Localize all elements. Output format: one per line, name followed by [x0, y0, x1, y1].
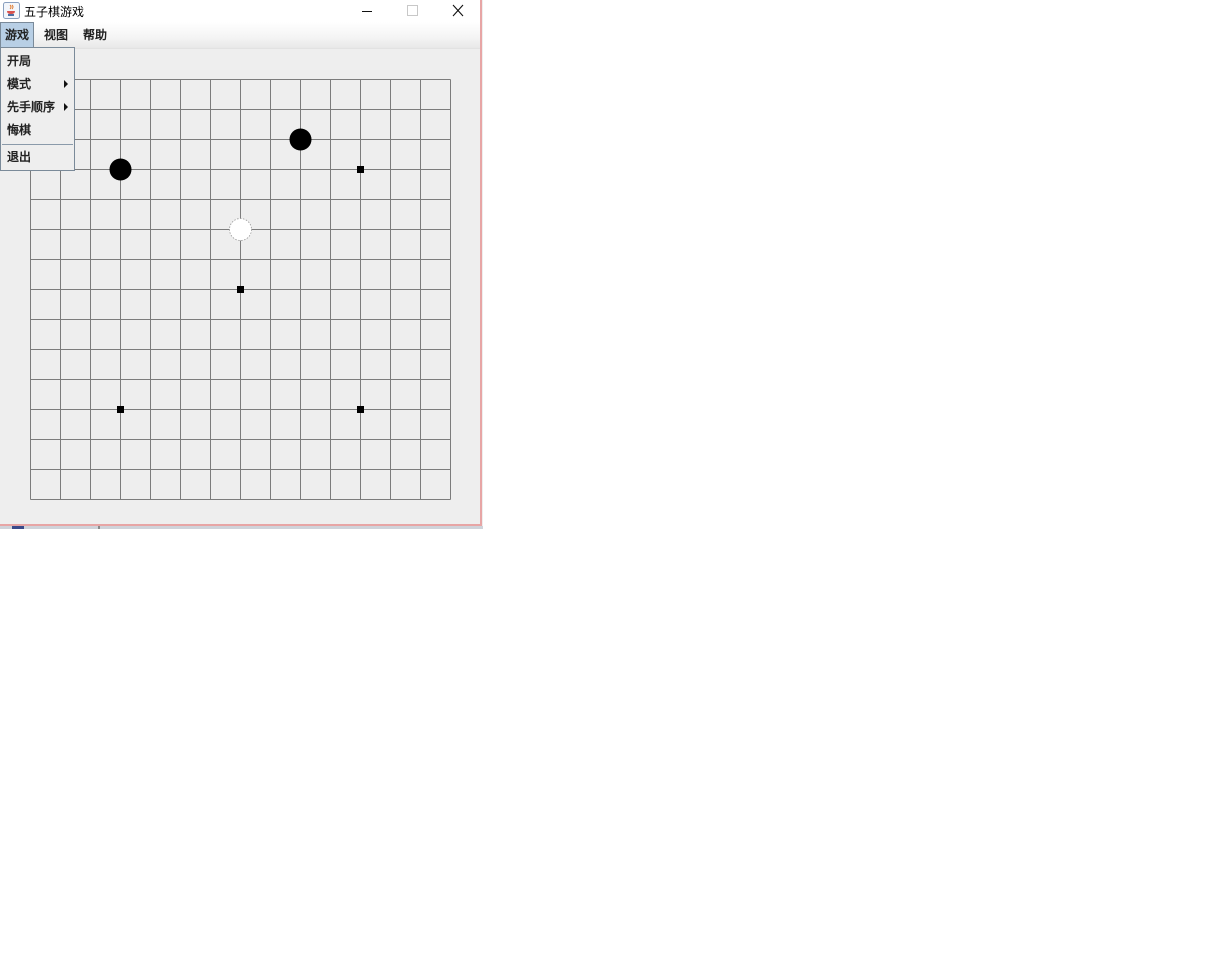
menu-item-label: 先手顺序	[7, 100, 56, 114]
black-stone	[109, 158, 132, 181]
submenu-arrow-icon	[64, 80, 68, 88]
taskbar-strip	[0, 526, 483, 529]
menu-item-first-move-order[interactable]: 先手顺序	[1, 96, 74, 118]
menu-separator	[2, 144, 73, 145]
menu-item-label: 模式	[7, 77, 32, 91]
menu-item-label: 开局	[7, 54, 32, 68]
menu-item-exit[interactable]: 退出	[1, 146, 74, 168]
star-point	[237, 286, 244, 293]
star-point	[357, 166, 364, 173]
taskbar-item	[12, 526, 24, 529]
white-stone	[229, 218, 252, 241]
menu-item-undo[interactable]: 悔棋	[1, 119, 74, 141]
menu-item-mode[interactable]: 模式	[1, 73, 74, 95]
gomoku-window: 五子棋游戏 游戏 视图 帮助 开局 模式 先手顺序 悔棋 退出	[0, 0, 483, 528]
menu-item-label: 退出	[7, 150, 32, 164]
menu-item-label: 悔棋	[7, 123, 32, 137]
menu-item-new-game[interactable]: 开局	[1, 50, 74, 72]
game-menu-dropdown: 开局 模式 先手顺序 悔棋 退出	[0, 47, 75, 171]
taskbar-divider	[98, 526, 100, 529]
star-point	[117, 406, 124, 413]
window-border	[480, 0, 482, 526]
submenu-arrow-icon	[64, 103, 68, 111]
black-stone	[289, 128, 312, 151]
star-point	[357, 406, 364, 413]
